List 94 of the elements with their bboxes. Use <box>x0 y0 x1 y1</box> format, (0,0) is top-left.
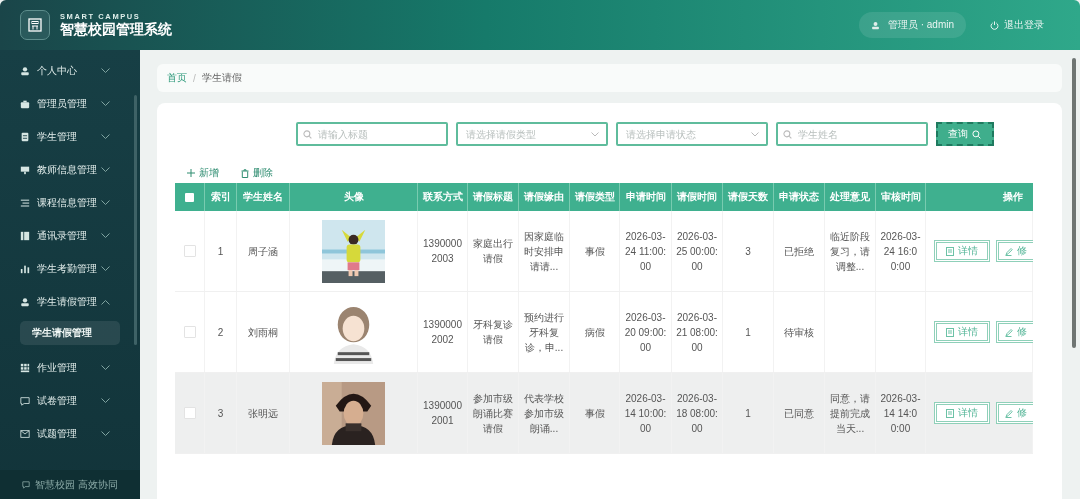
table-cell-text: 牙科复诊请假 <box>472 318 514 347</box>
book-icon <box>20 230 30 241</box>
plus-icon <box>187 169 195 177</box>
footer-text: 智慧校园 高效协同 <box>35 477 118 492</box>
search-field[interactable]: 学生姓名 <box>775 122 928 146</box>
table-cell-text: 2026-03-21 08:00:00 <box>675 310 719 355</box>
sidebar-item[interactable]: 学生考勤管理 <box>0 252 140 285</box>
person-icon <box>870 20 880 30</box>
table-row[interactable]: 3 张明远 13900002001 参加市级朗诵比赛请假 代表学校参加市级朗诵... 事假 2026-03-14 10:00:00 2026-03-18 08:00:00 1 已同意 同意，请提前完成当天... 2026-03-14 14:00:00 详情 修 <box>175 373 1033 454</box>
search-icon <box>972 129 981 139</box>
sidebar-item[interactable]: 个人中心 <box>0 54 140 87</box>
delete-button[interactable]: 删除 <box>241 166 273 180</box>
table-cell-text: 2026-03-24 16:00:00 <box>879 229 922 274</box>
sidebar-item[interactable]: 管理员管理 <box>0 87 140 120</box>
table-cell-text: 预约进行牙科复诊，申... <box>523 310 565 355</box>
breadcrumb-current: 学生请假 <box>201 71 242 85</box>
table-cell-text: 待审核 <box>783 325 815 340</box>
trash-icon <box>241 168 249 178</box>
table-cell-text: 事假 <box>583 244 606 259</box>
list-icon <box>20 197 30 208</box>
power-icon <box>990 20 999 30</box>
sidebar-subitem[interactable]: 学生请假管理 <box>20 321 120 345</box>
table-cell-text: 参加市级朗诵比赛请假 <box>472 391 514 436</box>
table-cell-text: 代表学校参加市级朗诵... <box>523 391 565 436</box>
checkbox[interactable] <box>183 326 196 338</box>
table-cell-text: 3 <box>216 406 225 421</box>
table-cell-text: 1 <box>744 325 752 340</box>
chevron-down-icon <box>590 132 599 137</box>
chevron-down-icon <box>750 132 759 137</box>
table-row[interactable]: 1 周子涵 13900002003 家庭出行请假 因家庭临时安排申请请... 事假 2026-03-24 11:00:00 2026-03-25 00:00:00 3 已拒绝 临近阶段复习，请调整... 2026-03-24 16:00:00 详情 修 <box>175 211 1033 292</box>
table-cell-text: 3 <box>744 244 752 259</box>
sidebar-item[interactable]: 试卷管理 <box>0 384 140 417</box>
table-cell-text: 同意，请提前完成当天... <box>829 391 871 436</box>
table-cell-text: 13900002003 <box>422 237 463 266</box>
table-cell-text: 周子涵 <box>247 244 279 259</box>
bar-chart-icon <box>20 263 30 274</box>
checkbox[interactable] <box>185 192 194 202</box>
briefcase-icon <box>20 98 30 109</box>
table-cell-text: 2026-03-20 09:00:00 <box>623 310 668 355</box>
search-icon <box>302 130 312 139</box>
scrollbar[interactable] <box>1072 58 1076 348</box>
table-cell-text: 1 <box>744 406 752 421</box>
search-icon <box>782 130 792 139</box>
chat-icon <box>22 480 31 489</box>
pen-icon <box>1005 327 1013 337</box>
checkbox[interactable] <box>183 407 196 419</box>
document-icon <box>20 131 30 142</box>
table-cell-text: 事假 <box>583 406 606 421</box>
app-title: 智慧校园管理系统 <box>60 20 172 39</box>
breadcrumb-link[interactable]: 首页 <box>167 71 187 85</box>
table-cell-text: 2026-03-14 14:00:00 <box>879 391 922 436</box>
document-icon <box>946 327 954 337</box>
document-icon <box>946 408 954 418</box>
table-cell-text: 13900002001 <box>422 399 463 428</box>
table-cell-text: 1 <box>216 244 225 259</box>
sidebar-item[interactable]: 教师信息管理 <box>0 153 140 186</box>
select-field[interactable]: 请选择申请状态 <box>615 122 768 146</box>
envelope-icon <box>20 428 30 439</box>
table-cell-text: 张明远 <box>247 406 279 421</box>
table-cell-text: 家庭出行请假 <box>472 237 514 266</box>
table-cell-text: 刘雨桐 <box>247 325 279 340</box>
chat-icon <box>20 395 30 406</box>
table-cell-text: 已同意 <box>783 406 815 421</box>
table-cell-text: 病假 <box>583 325 606 340</box>
search-field[interactable]: 请输入标题 <box>295 122 448 146</box>
checkbox[interactable] <box>183 245 196 257</box>
grid-icon <box>20 362 30 373</box>
add-button[interactable]: 新增 <box>187 166 219 180</box>
scrollbar[interactable] <box>134 95 137 345</box>
person-icon <box>20 296 30 307</box>
table-cell-text: 13900002002 <box>422 318 463 347</box>
table-cell-text: 2026-03-14 10:00:00 <box>623 391 668 436</box>
pen-icon <box>1005 408 1013 418</box>
table-cell-text: 临近阶段复习，请调整... <box>829 229 871 274</box>
sidebar-item[interactable]: 课程信息管理 <box>0 186 140 219</box>
table-cell-text: 已拒绝 <box>783 244 815 259</box>
logo-icon <box>20 10 50 40</box>
table-cell-text: 因家庭临时安排申请请... <box>523 229 565 274</box>
sidebar-item[interactable]: 试题管理 <box>0 417 140 450</box>
person-icon <box>20 65 30 76</box>
sidebar-item[interactable]: 学生请假管理 <box>0 285 140 318</box>
document-icon <box>946 246 954 256</box>
sidebar-item[interactable]: 作业管理 <box>0 351 140 384</box>
monitor-icon <box>20 164 30 175</box>
sidebar-item[interactable]: 通讯录管理 <box>0 219 140 252</box>
breadcrumb-separator: / <box>193 72 196 84</box>
table-cell-text: 2026-03-25 00:00:00 <box>675 229 719 274</box>
table-cell-text: 2 <box>216 325 225 340</box>
pen-icon <box>1005 246 1013 256</box>
table-row[interactable]: 2 刘雨桐 13900002002 牙科复诊请假 预约进行牙科复诊，申... 病假 2026-03-20 09:00:00 2026-03-21 08:00:00 1 待审核 详情 修 <box>175 292 1033 373</box>
column-header: 操作 <box>1002 190 1024 204</box>
table-cell-text: 2026-03-24 11:00:00 <box>624 229 667 274</box>
sidebar-item[interactable]: 学生管理 <box>0 120 140 153</box>
table-cell-text: 2026-03-18 08:00:00 <box>675 391 719 436</box>
